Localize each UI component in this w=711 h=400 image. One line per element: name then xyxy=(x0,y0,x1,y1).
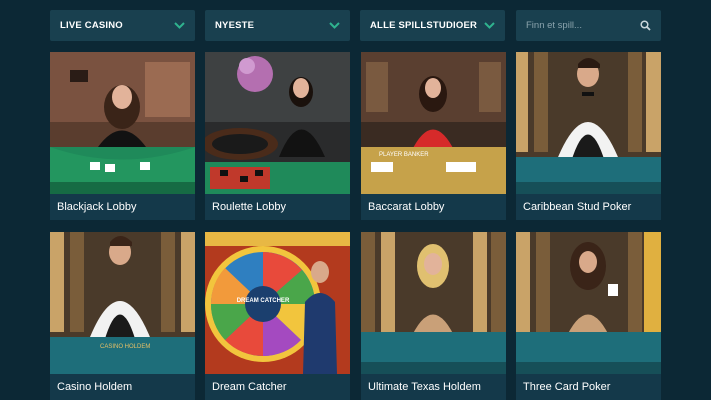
game-card-caribbean-stud-poker[interactable]: Caribbean Stud Poker xyxy=(516,52,661,220)
game-thumbnail xyxy=(516,232,661,374)
game-thumbnail xyxy=(516,52,661,194)
game-thumbnail: DREAM CATCHER xyxy=(205,232,350,374)
holdem-table-text: CASINO HOLDEM xyxy=(100,344,150,350)
game-title: Ultimate Texas Holdem xyxy=(368,381,481,393)
chevron-down-icon xyxy=(173,20,185,32)
dream-catcher-logo: DREAM CATCHER xyxy=(237,298,290,304)
game-thumbnail xyxy=(50,52,195,194)
sort-filter-label: NYESTE xyxy=(215,20,255,31)
category-filter-label: LIVE CASINO xyxy=(60,20,123,31)
game-title: Three Card Poker xyxy=(523,381,611,393)
studio-filter-label: ALLE SPILLSTUDIOER xyxy=(370,20,478,31)
game-card-dream-catcher[interactable]: DREAM CATCHER Dream Catcher xyxy=(205,232,350,400)
studio-filter-dropdown[interactable]: ALLE SPILLSTUDIOER xyxy=(360,10,505,41)
search-icon[interactable] xyxy=(639,20,651,32)
game-thumbnail: CASINO HOLDEM xyxy=(50,232,195,374)
game-card-ultimate-texas-holdem[interactable]: Ultimate Texas Holdem xyxy=(361,232,506,400)
game-title: Casino Holdem xyxy=(57,381,133,393)
game-title: Caribbean Stud Poker xyxy=(523,201,632,213)
sort-filter-dropdown[interactable]: NYESTE xyxy=(205,10,350,41)
game-title: Dream Catcher xyxy=(212,381,287,393)
category-filter-dropdown[interactable]: LIVE CASINO xyxy=(50,10,195,41)
chevron-down-icon xyxy=(328,20,340,32)
game-card-casino-holdem[interactable]: CASINO HOLDEM Casino Holdem xyxy=(50,232,195,400)
game-card-baccarat-lobby[interactable]: PLAYER BANKER Baccarat Lobby xyxy=(361,52,506,220)
game-title: Baccarat Lobby xyxy=(368,201,445,213)
game-search-box[interactable] xyxy=(516,10,661,41)
game-thumbnail: PLAYER BANKER xyxy=(361,52,506,194)
game-card-blackjack-lobby[interactable]: Blackjack Lobby xyxy=(50,52,195,220)
filter-bar: LIVE CASINO NYESTE ALLE SPILLSTUDIOER xyxy=(50,10,661,41)
game-card-three-card-poker[interactable]: Three Card Poker xyxy=(516,232,661,400)
game-title: Blackjack Lobby xyxy=(57,201,137,213)
game-thumbnail xyxy=(361,232,506,374)
game-thumbnail xyxy=(205,52,350,194)
baccarat-table-text: PLAYER BANKER xyxy=(379,152,429,158)
game-title: Roulette Lobby xyxy=(212,201,286,213)
search-input[interactable] xyxy=(526,20,639,31)
chevron-down-icon xyxy=(483,20,495,32)
game-card-roulette-lobby[interactable]: Roulette Lobby xyxy=(205,52,350,220)
